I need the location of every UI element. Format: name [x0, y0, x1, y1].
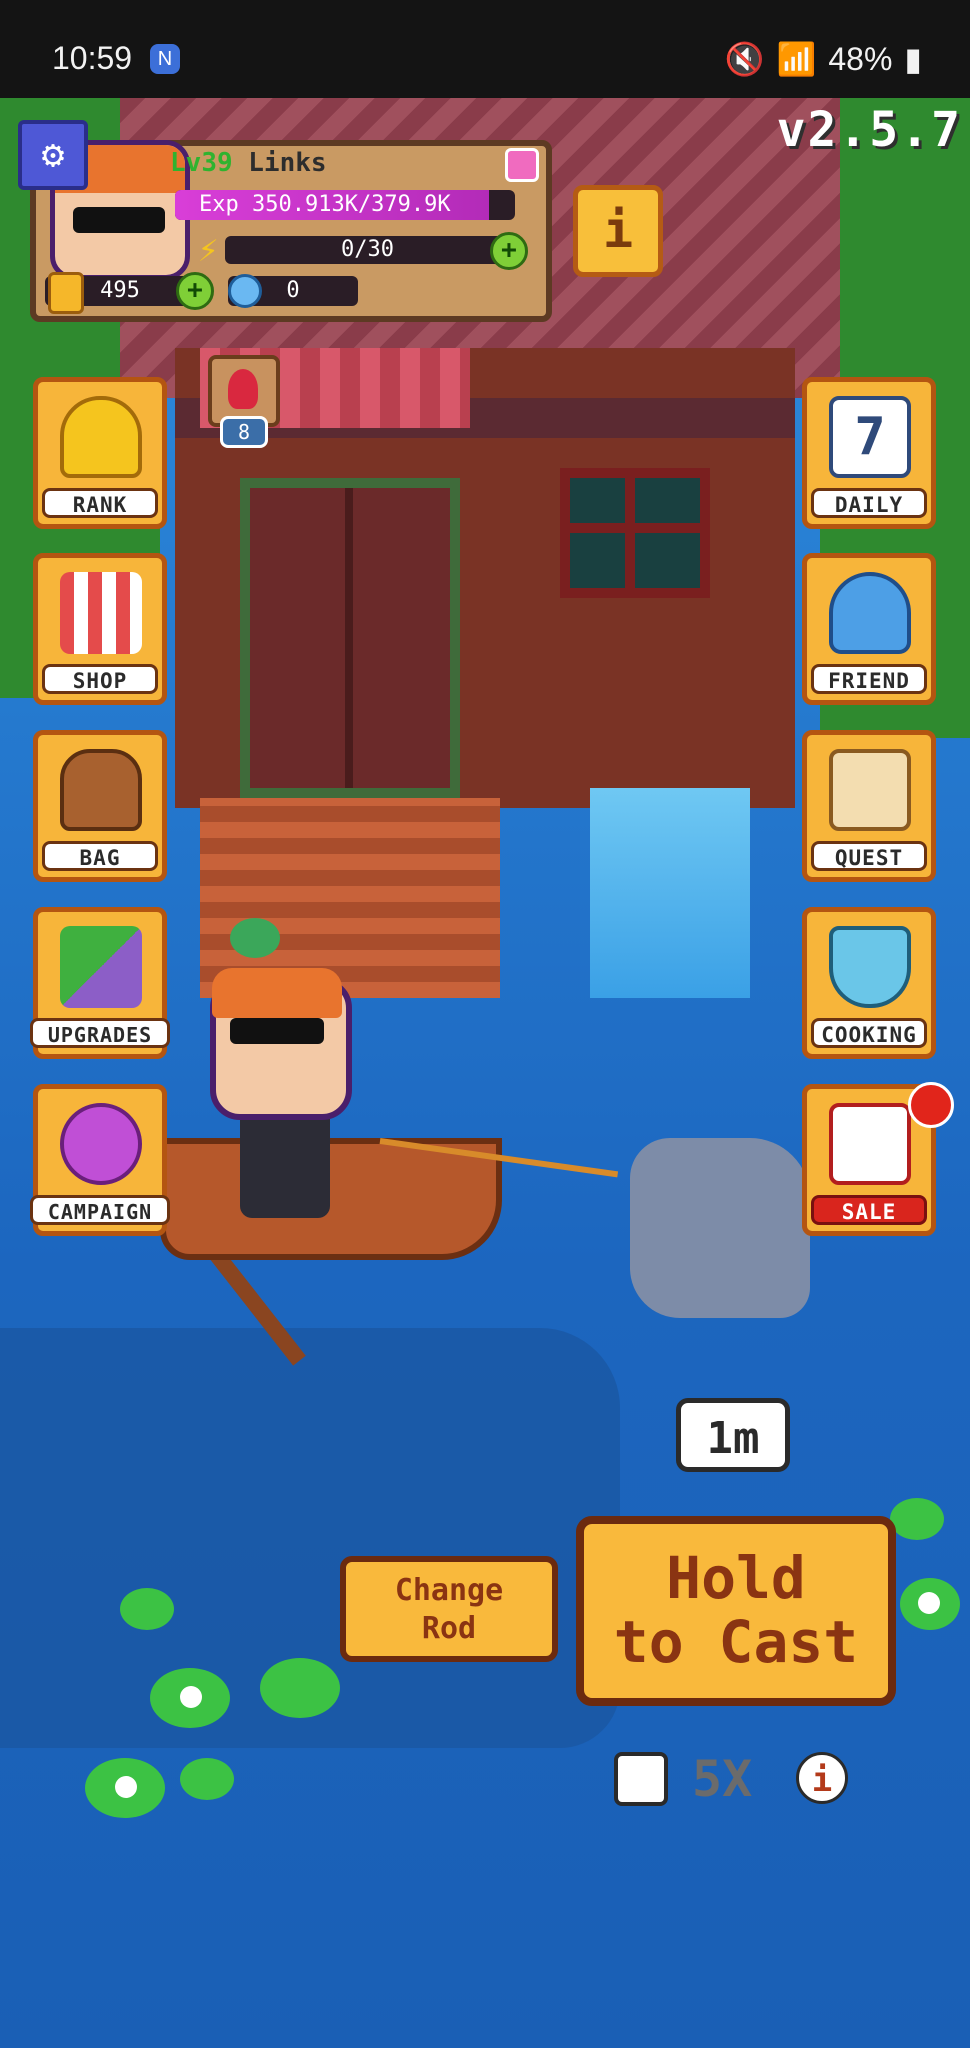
lily-pad [890, 1498, 944, 1540]
lily-pad [180, 1758, 234, 1800]
house-door [240, 478, 460, 798]
cooking-pot-icon [829, 926, 911, 1008]
multiplier-info-button[interactable]: i [796, 1752, 848, 1804]
change-rod-button[interactable]: Change Rod [340, 1556, 558, 1662]
player-hair [212, 968, 342, 1018]
add-energy-button[interactable]: + [490, 232, 528, 270]
status-icons: 🔇 📶 48% ▮ [725, 40, 922, 78]
shop-button[interactable]: SHOP [33, 553, 167, 705]
multiplier-checkbox[interactable] [614, 1752, 668, 1806]
quest-label: QUEST [811, 841, 927, 871]
daily-button[interactable]: 7 DAILY [802, 377, 936, 529]
lily-pad [260, 1658, 340, 1718]
friend-button[interactable]: FRIEND [802, 553, 936, 705]
rank-label: RANK [42, 488, 158, 518]
upgrades-button[interactable]: UPGRADES [30, 907, 170, 1059]
rowboat [160, 1138, 502, 1260]
upgrades-label: UPGRADES [30, 1018, 170, 1048]
fish-icon [228, 369, 258, 409]
trophy-icon [60, 396, 142, 478]
calendar-icon: 7 [829, 396, 911, 478]
lily-pad [900, 1578, 960, 1630]
change-rod-line1: Change [394, 1573, 504, 1608]
quest-button[interactable]: QUEST [802, 730, 936, 882]
settings-button[interactable]: ⚙ [18, 120, 88, 190]
version-label: v2.5.7 [776, 102, 962, 158]
bag-button[interactable]: BAG [33, 730, 167, 882]
bird-companion [230, 918, 280, 958]
campaign-label: CAMPAIGN [30, 1195, 170, 1225]
cooking-label: COOKING [811, 1018, 927, 1048]
energy-text: 0/30 [341, 237, 394, 262]
energy-bar: 0/30 [225, 236, 510, 264]
change-rod-line2: Rod [421, 1611, 477, 1646]
customize-icon[interactable] [505, 148, 539, 182]
energy-bolt-icon: ⚡ [198, 230, 219, 270]
add-coins-button[interactable]: + [176, 272, 214, 310]
campaign-button[interactable]: CAMPAIGN [30, 1084, 170, 1236]
battery-icon: ▮ [904, 41, 922, 77]
hold-to-cast-button[interactable]: Hold to Cast [576, 1516, 896, 1706]
fish-count: 8 [220, 416, 268, 448]
cooking-button[interactable]: COOKING [802, 907, 936, 1059]
status-bar: 10:59 N 🔇 📶 48% ▮ [0, 0, 970, 98]
backpack-icon [60, 749, 142, 831]
level-number: 39 [201, 148, 233, 178]
sale-notification-dot [908, 1082, 954, 1128]
multiplier-label: 5X [692, 1750, 753, 1808]
sale-label: SALE [811, 1195, 927, 1225]
balloon-icon [60, 1103, 142, 1185]
wifi-icon: 📶 [776, 41, 817, 77]
player-level-name: Lv39 Links [170, 148, 327, 178]
lily-pad [85, 1758, 165, 1818]
megaphone-icon [829, 1103, 911, 1185]
gear-icon: ⚙ [41, 132, 65, 176]
mute-icon: 🔇 [724, 41, 765, 77]
daily-label: DAILY [811, 488, 927, 518]
exp-bar: Exp 350.913K/379.9K [175, 190, 515, 220]
lily-pad [150, 1668, 230, 1728]
player-sunglasses [230, 1018, 324, 1044]
upgrade-arrow-icon [60, 926, 142, 1008]
cast-line1: Hold [666, 1544, 806, 1612]
gem-icon [228, 274, 262, 308]
scroll-icon [829, 749, 911, 831]
waterfall [590, 788, 750, 998]
shop-icon [60, 572, 142, 654]
info-button[interactable]: i [573, 185, 663, 277]
rank-button[interactable]: RANK [33, 377, 167, 529]
cast-distance-label: 1m [676, 1398, 790, 1472]
house-window [560, 468, 710, 598]
shop-label: SHOP [42, 664, 158, 694]
battery-text: 48% [828, 40, 893, 77]
exp-text: Exp 350.913K/379.9K [199, 192, 451, 217]
player-name: Links [248, 148, 327, 178]
status-time: 10:59 [52, 40, 133, 76]
level-prefix: Lv [170, 148, 202, 178]
add-friend-icon [829, 572, 911, 654]
lily-pad [120, 1588, 174, 1630]
rock [630, 1138, 810, 1318]
bag-label: BAG [42, 841, 158, 871]
coin-icon [48, 272, 84, 314]
friend-label: FRIEND [811, 664, 927, 694]
notification-icon: N [150, 44, 180, 74]
cast-line2: to Cast [613, 1608, 859, 1676]
